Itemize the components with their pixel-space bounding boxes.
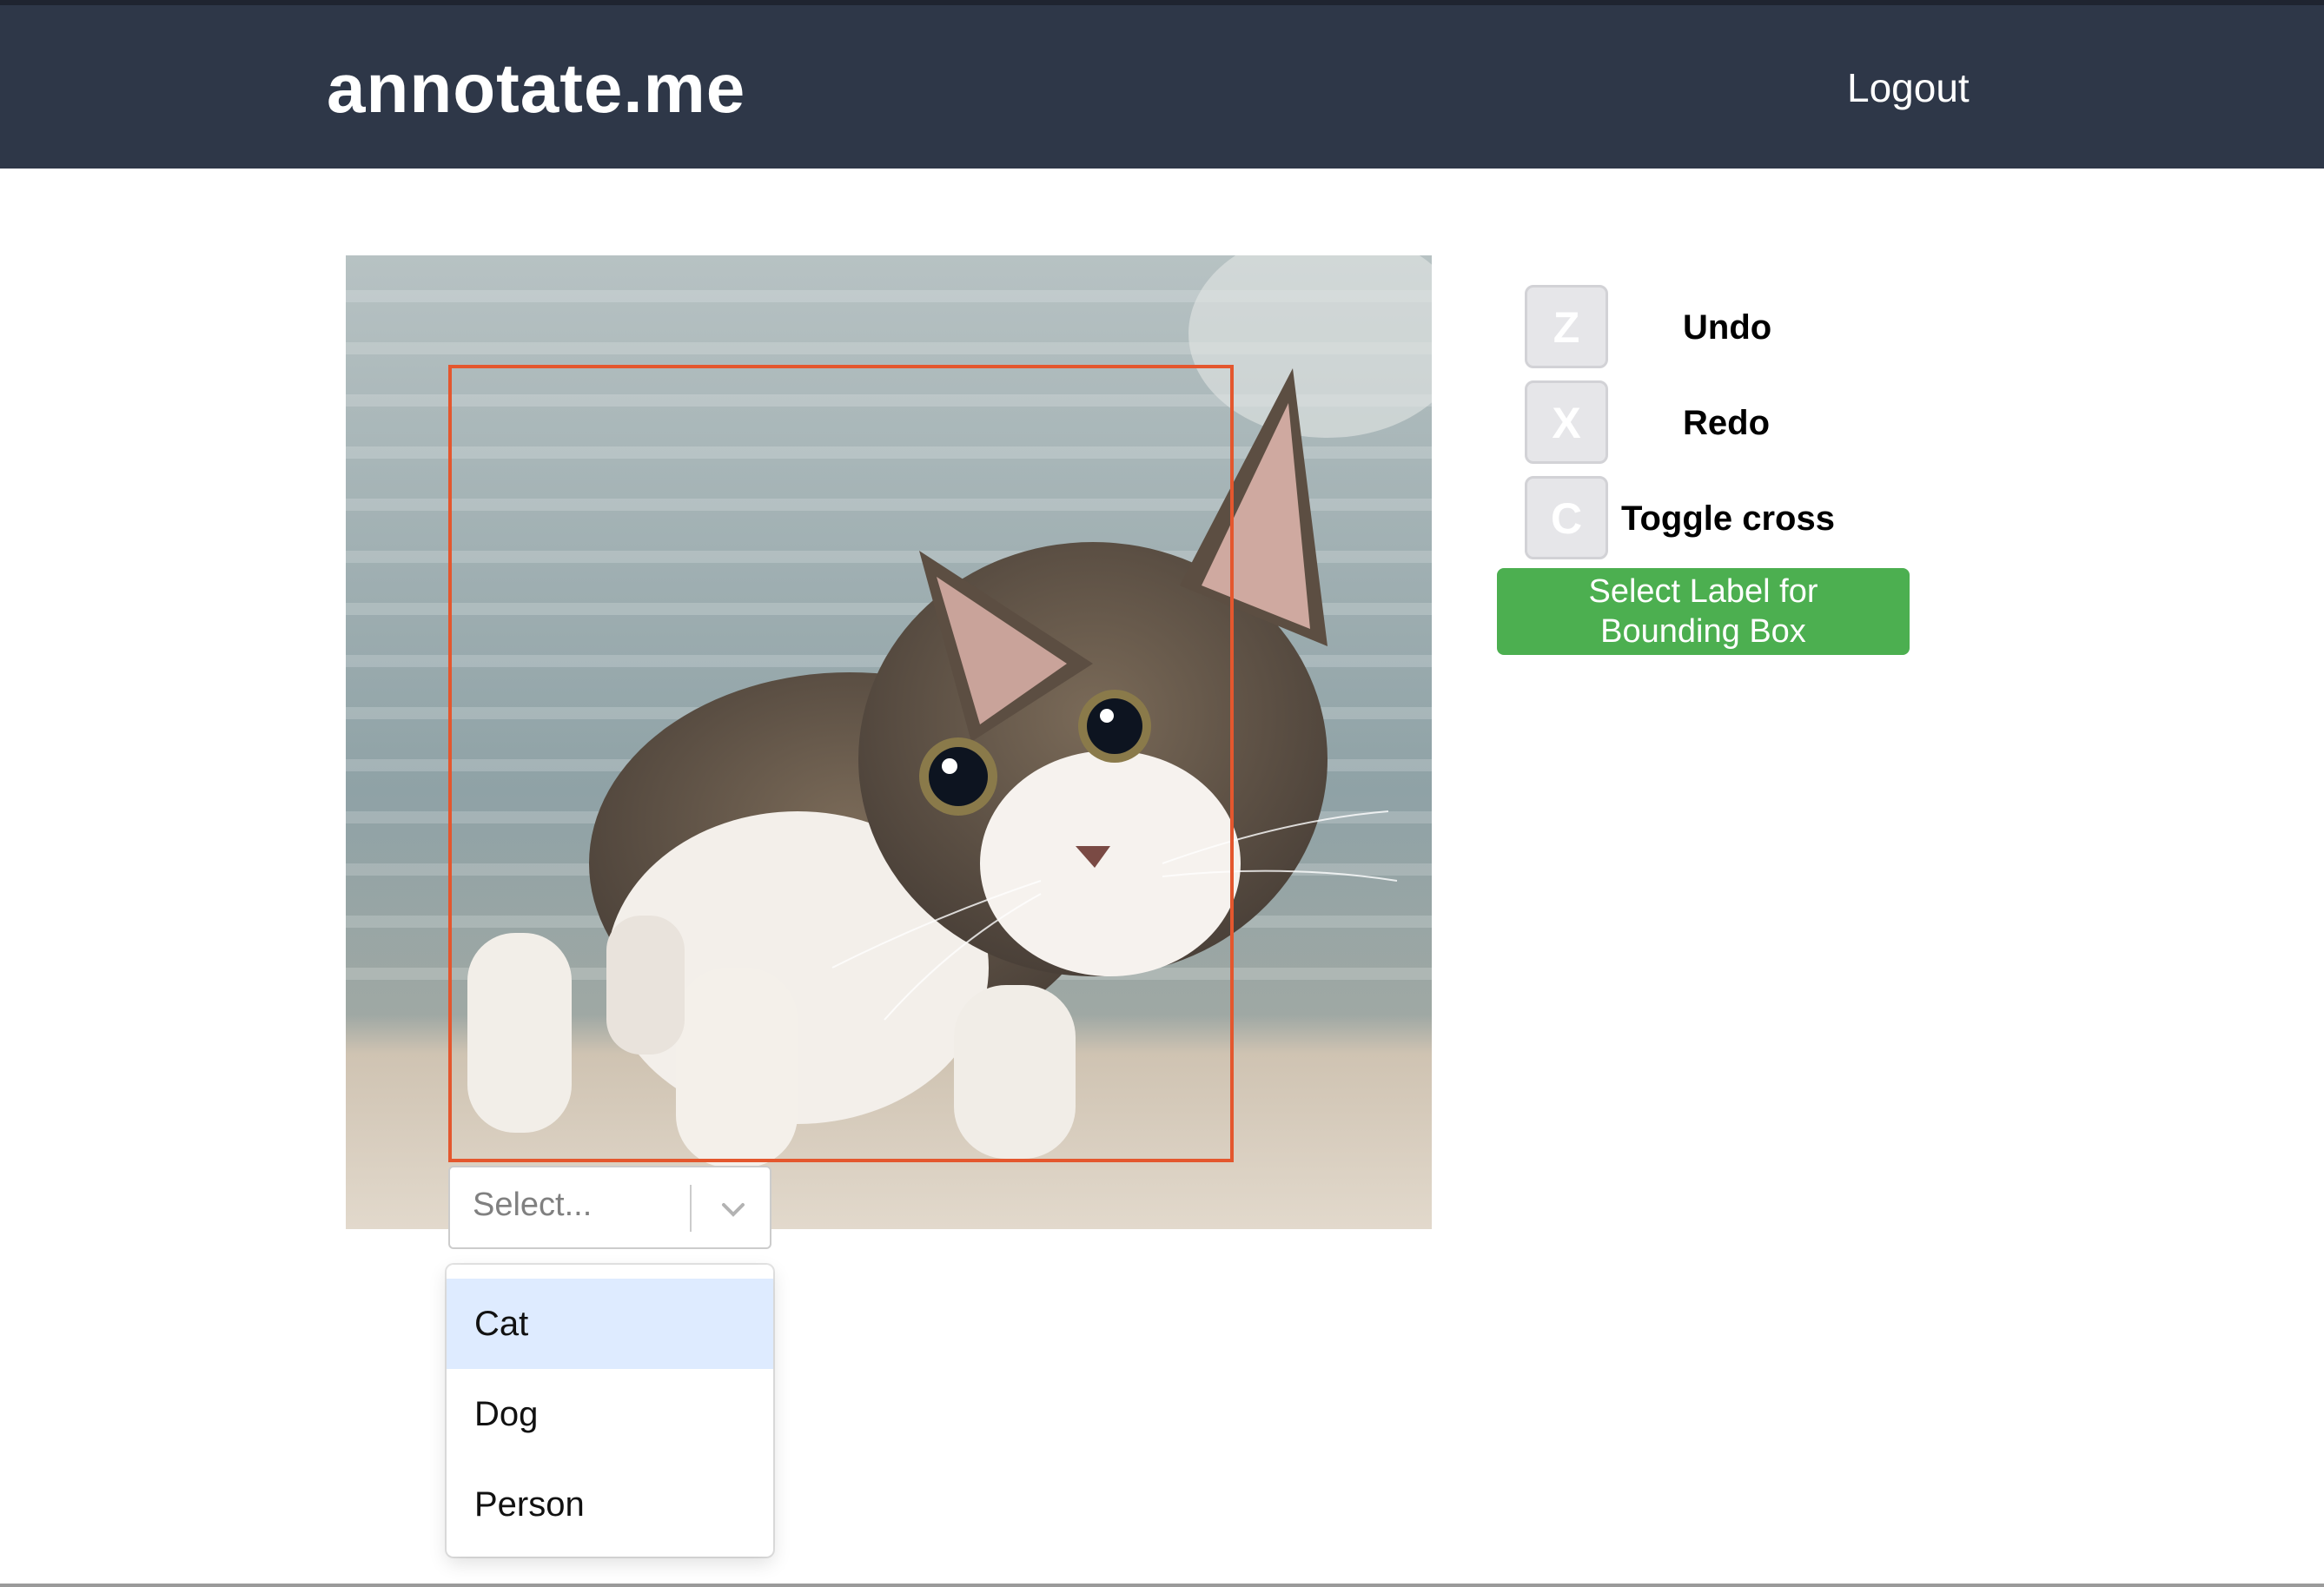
option-dog[interactable]: Dog [447, 1369, 773, 1459]
select-label-button[interactable]: Select Label for Bounding Box [1497, 568, 1910, 655]
navbar: annotate.me Logout [0, 5, 2324, 169]
select-label-button-line2: Bounding Box [1600, 613, 1806, 650]
label-select[interactable]: Select... [448, 1166, 771, 1249]
undo-label: Undo [1683, 308, 1772, 347]
select-label-button-line1: Select Label for [1588, 573, 1818, 610]
undo-key[interactable]: Z [1525, 285, 1608, 368]
select-placeholder: Select... [473, 1187, 593, 1223]
option-label: Person [474, 1485, 585, 1524]
redo-key[interactable]: X [1525, 380, 1608, 464]
bottom-rule [0, 1584, 2324, 1587]
brand-logo[interactable]: annotate.me [327, 49, 745, 129]
toggle-cross-label: Toggle cross [1621, 499, 1835, 538]
option-person[interactable]: Person [447, 1459, 773, 1550]
select-separator [690, 1185, 692, 1232]
chevron-down-icon[interactable] [716, 1192, 751, 1227]
logout-link[interactable]: Logout [1847, 64, 1970, 111]
option-label: Cat [474, 1305, 529, 1343]
label-dropdown-menu: Cat Dog Person [447, 1265, 773, 1557]
toggle-cross-key[interactable]: C [1525, 476, 1608, 559]
option-label: Dog [474, 1395, 539, 1433]
redo-label: Redo [1683, 404, 1770, 442]
option-cat[interactable]: Cat [447, 1279, 773, 1369]
bounding-box[interactable] [448, 365, 1234, 1162]
